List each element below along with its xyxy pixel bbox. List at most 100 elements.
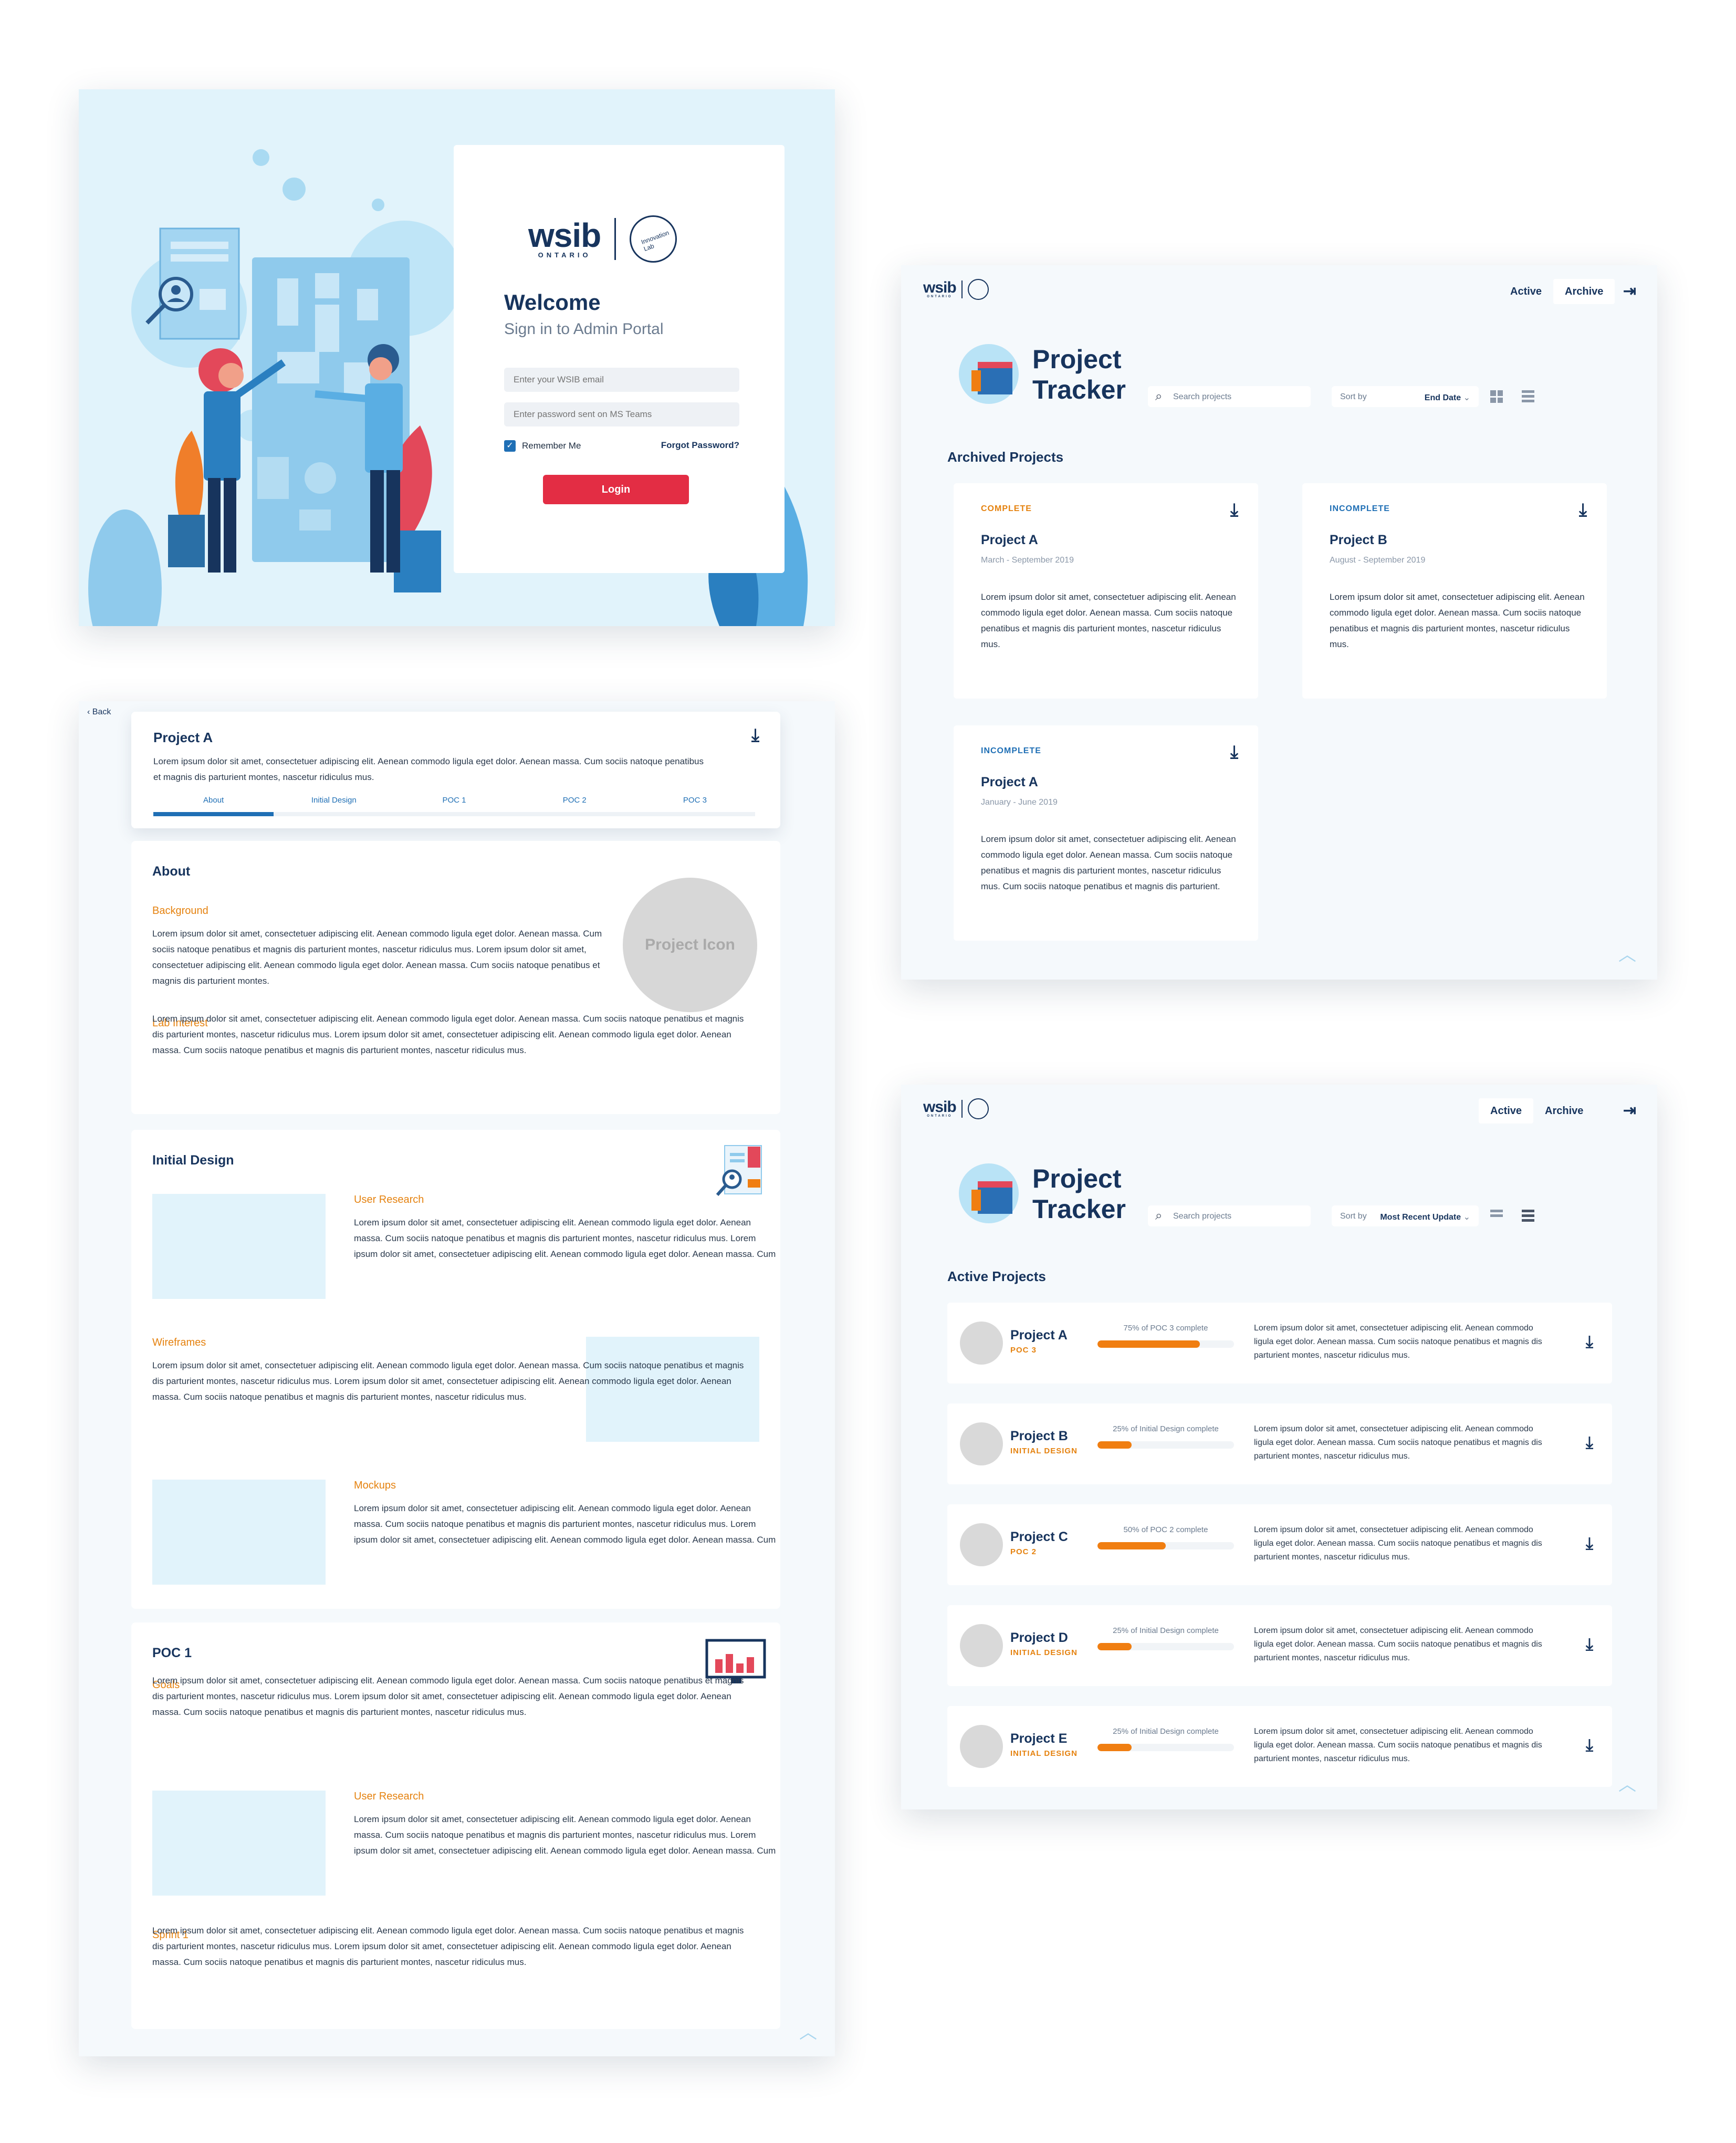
top-nav: Active Archive (1479, 1098, 1595, 1123)
back-link[interactable]: ‹ Back (87, 708, 111, 717)
card-title: Project A (981, 775, 1038, 789)
progress-bar (1097, 1744, 1234, 1751)
archive-screen: wsib ONTARIO Active Archive ⇥ Project Tra… (901, 265, 1657, 980)
nav-active[interactable]: Active (1499, 279, 1553, 304)
active-screen: wsib ONTARIO Active Archive ⇥ Project Tra… (901, 1085, 1657, 1809)
wireframes-text: Lorem ipsum dolor sit amet, consectetuer… (152, 1360, 744, 1402)
logout-icon[interactable]: ⇥ (1623, 282, 1636, 300)
download-icon[interactable]: ⤓ (1230, 500, 1238, 521)
download-icon[interactable]: ⤓ (751, 725, 759, 746)
login-card: wsib ONTARIO Innovation Lab Welcome Sign… (454, 145, 785, 573)
progress-fill (1097, 1643, 1132, 1650)
row-project-name: Project D (1010, 1630, 1068, 1645)
checkbox-icon[interactable]: ✓ (504, 440, 516, 452)
download-icon[interactable]: ⤓ (1586, 1433, 1593, 1453)
tracker-logo-icon (959, 1163, 1019, 1223)
list-view-icon[interactable] (1522, 390, 1534, 403)
project-icon-placeholder: Project Icon (623, 878, 757, 1012)
sort-dropdown[interactable]: Sort by Most Recent Update ⌄ (1332, 1205, 1479, 1226)
row-description: Lorem ipsum dolor sit amet, consectetuer… (1254, 1525, 1542, 1562)
progress-text: 75% of POC 3 complete (1123, 1324, 1208, 1333)
progress-text: 50% of POC 2 complete (1123, 1525, 1208, 1534)
project-row[interactable]: Project D INITIAL DESIGN 25% of Initial De… (947, 1605, 1612, 1686)
progress-text: 25% of Initial Design complete (1113, 1727, 1219, 1736)
back-chevron-icon: ‹ (87, 708, 90, 716)
card-title: Project A (981, 533, 1038, 547)
mockups-label: Mockups (354, 1480, 396, 1491)
brand-sub: ONTARIO (927, 1115, 953, 1118)
project-row[interactable]: Project E INITIAL DESIGN 25% of Initial De… (947, 1706, 1612, 1787)
download-icon[interactable]: ⤓ (1586, 1534, 1593, 1554)
nav-archive[interactable]: Archive (1553, 279, 1615, 304)
progress-text: 25% of Initial Design complete (1113, 1424, 1219, 1433)
download-icon[interactable]: ⤓ (1579, 500, 1587, 521)
tab-bar: About Initial Design POC 1 POC 2 POC 3 (153, 796, 756, 816)
user-research-label: User Research (354, 1194, 424, 1205)
progress-bar (1097, 1542, 1234, 1549)
nav-archive[interactable]: Archive (1533, 1098, 1595, 1123)
tab-poc2[interactable]: POC 2 (514, 796, 635, 816)
lab-interest-text: Lorem ipsum dolor sit amet, consectetuer… (152, 1014, 744, 1055)
download-icon[interactable]: ⤓ (1230, 742, 1238, 763)
signin-subtitle: Sign in to Admin Portal (504, 320, 664, 338)
card-date: March - September 2019 (981, 556, 1074, 565)
search-input[interactable]: ⌕ Search projects (1148, 386, 1311, 407)
row-phase: INITIAL DESIGN (1010, 1648, 1078, 1657)
project-description: Lorem ipsum dolor sit amet, consectetuer… (153, 756, 704, 782)
login-button[interactable]: Login (543, 475, 689, 504)
compact-view-icon[interactable] (1490, 1210, 1503, 1222)
research-illustration-icon (716, 1145, 762, 1196)
email-field[interactable] (504, 368, 739, 392)
chevron-up-icon[interactable]: ︿ (1618, 940, 1636, 966)
chevron-up-icon[interactable]: ︿ (1618, 1770, 1636, 1796)
search-icon: ⌕ (1155, 1209, 1163, 1223)
password-field[interactable] (504, 402, 739, 426)
row-description: Lorem ipsum dolor sit amet, consectetuer… (1254, 1626, 1542, 1662)
nav-active[interactable]: Active (1479, 1098, 1534, 1123)
chevron-down-icon: ⌄ (1463, 393, 1470, 402)
logout-icon[interactable]: ⇥ (1623, 1101, 1636, 1120)
remember-me[interactable]: ✓ Remember Me (504, 440, 581, 452)
project-row[interactable]: Project C POC 2 50% of POC 2 complete Lorem… (947, 1504, 1612, 1585)
poc1-section: POC 1 Goals Lorem ipsum dolor sit amet, … (131, 1622, 780, 2029)
image-placeholder (152, 1480, 326, 1585)
project-row[interactable]: Project B INITIAL DESIGN 25% of Initial De… (947, 1403, 1612, 1484)
forgot-password-link[interactable]: Forgot Password? (661, 440, 739, 451)
wireframes-label: Wireframes (152, 1337, 206, 1348)
progress-text: 25% of Initial Design complete (1113, 1626, 1219, 1635)
download-icon[interactable]: ⤓ (1586, 1635, 1593, 1655)
image-placeholder (152, 1194, 326, 1299)
brand-sub: ONTARIO (538, 251, 591, 259)
avatar (960, 1322, 1003, 1365)
grid-view-icon[interactable] (1490, 390, 1503, 403)
project-row[interactable]: Project A POC 3 75% of POC 3 complete Lorem… (947, 1303, 1612, 1383)
download-icon[interactable]: ⤓ (1586, 1332, 1593, 1352)
project-card[interactable]: COMPLETE ⤓ Project A March - September 2… (954, 483, 1258, 699)
search-icon: ⌕ (1155, 389, 1163, 403)
mockups-text: Lorem ipsum dolor sit amet, consectetuer… (354, 1503, 776, 1545)
list-view-icon[interactable] (1522, 1210, 1534, 1222)
user-research-text: Lorem ipsum dolor sit amet, consectetuer… (354, 1218, 776, 1259)
download-icon[interactable]: ⤓ (1586, 1735, 1593, 1755)
card-date: January - June 2019 (981, 798, 1058, 807)
remember-label: Remember Me (522, 441, 581, 451)
project-card[interactable]: INCOMPLETE ⤓ Project B August - Septembe… (1302, 483, 1607, 699)
project-card[interactable]: INCOMPLETE ⤓ Project A January - June 20… (954, 725, 1258, 941)
innovation-lab-logo (967, 1098, 989, 1119)
team-illustration (88, 149, 457, 626)
wsib-logo: wsib ONTARIO (923, 279, 989, 300)
project-header: Project A ⤓ Lorem ipsum dolor sit amet, … (131, 712, 780, 828)
page-title: Project Tracker (1032, 345, 1126, 404)
tab-poc1[interactable]: POC 1 (394, 796, 515, 816)
card-title: Project B (1330, 533, 1387, 547)
chevron-up-icon[interactable]: ︿ (799, 2018, 817, 2044)
search-input[interactable]: ⌕ Search projects (1148, 1205, 1311, 1226)
tab-initial-design[interactable]: Initial Design (274, 796, 394, 816)
tab-about[interactable]: About (153, 796, 274, 816)
tab-poc3[interactable]: POC 3 (634, 796, 756, 816)
progress-fill (1097, 1542, 1166, 1549)
section-heading: POC 1 (152, 1646, 192, 1660)
project-detail-screen: ‹ Back Project A ⤓ Lorem ipsum dolor sit… (79, 701, 835, 2056)
progress-bar (1097, 1643, 1234, 1650)
sort-dropdown[interactable]: Sort by End Date ⌄ (1332, 386, 1479, 407)
